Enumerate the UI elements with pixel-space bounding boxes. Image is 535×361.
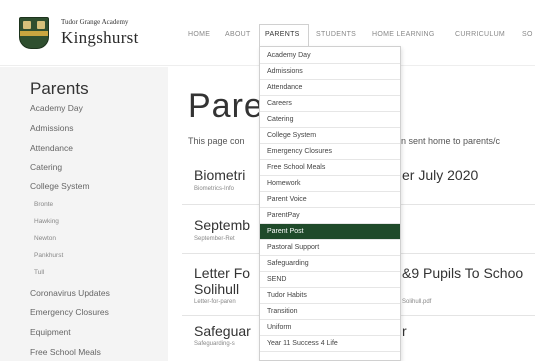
sidebar-item-college-system[interactable]: College System xyxy=(30,181,90,191)
nav-home-learning[interactable]: HOME LEARNING xyxy=(372,31,435,38)
dropdown-item-attendance[interactable]: Attendance xyxy=(260,80,400,96)
dropdown-item-careers[interactable]: Careers xyxy=(260,96,400,112)
sidebar-item-coronavirus-updates[interactable]: Coronavirus Updates xyxy=(30,288,110,298)
nav-parents[interactable]: PARENTS xyxy=(265,31,300,38)
card-biometrics-title-right[interactable]: er July 2020 xyxy=(402,167,478,183)
card-biometrics-file[interactable]: Biometrics-Info xyxy=(194,186,234,192)
dropdown-item-admissions[interactable]: Admissions xyxy=(260,64,400,80)
sidebar-subitem-tull[interactable]: Tull xyxy=(34,269,44,276)
dropdown-item-pastoral-support[interactable]: Pastoral Support xyxy=(260,240,400,256)
dropdown-item-parentpay[interactable]: ParentPay xyxy=(260,208,400,224)
school-name-big[interactable]: Kingshurst xyxy=(61,28,139,48)
dropdown-item-transition[interactable]: Transition xyxy=(260,304,400,320)
nav-home[interactable]: HOME xyxy=(188,31,210,38)
nav-more[interactable]: SO xyxy=(522,31,533,38)
sidebar-item-attendance[interactable]: Attendance xyxy=(30,143,73,153)
card-letter-title-line2[interactable]: Solihull xyxy=(194,281,239,297)
school-name-small[interactable]: Tudor Grange Academy xyxy=(61,18,128,26)
card-september-title[interactable]: Septemb xyxy=(194,217,250,233)
dropdown-item-safeguarding[interactable]: Safeguarding xyxy=(260,256,400,272)
parents-dropdown-menu: Academy Day Admissions Attendance Career… xyxy=(259,46,401,361)
crest-logo-icon[interactable] xyxy=(19,17,49,49)
card-september-file[interactable]: September-Ret xyxy=(194,236,235,242)
sidebar-item-emergency-closures[interactable]: Emergency Closures xyxy=(30,307,109,317)
sidebar-subitem-hawking[interactable]: Hawking xyxy=(34,218,59,225)
card-letter-file[interactable]: Letter-for-paren xyxy=(194,299,236,305)
intro-text-right: n sent home to parents/c xyxy=(401,136,501,146)
intro-text-left: This page con xyxy=(188,136,245,146)
dropdown-item-homework[interactable]: Homework xyxy=(260,176,400,192)
sidebar-subitem-pankhurst[interactable]: Pankhurst xyxy=(34,252,63,259)
sidebar-item-catering[interactable]: Catering xyxy=(30,162,62,172)
sidebar-item-admissions[interactable]: Admissions xyxy=(30,123,73,133)
sidebar-item-free-school-meals[interactable]: Free School Meals xyxy=(30,347,101,357)
card-letter-title[interactable]: Letter Fo xyxy=(194,265,250,281)
nav-curriculum[interactable]: CURRICULUM xyxy=(455,31,505,38)
dropdown-item-emergency-closures[interactable]: Emergency Closures xyxy=(260,144,400,160)
card-safeguarding-title[interactable]: Safeguar xyxy=(194,323,251,339)
sidebar-item-equipment[interactable]: Equipment xyxy=(30,327,71,337)
dropdown-item-tudor-habits[interactable]: Tudor Habits xyxy=(260,288,400,304)
card-letter-file-right[interactable]: Solihull.pdf xyxy=(402,299,431,305)
sidebar-item-academy-day[interactable]: Academy Day xyxy=(30,103,83,113)
card-biometrics-title[interactable]: Biometri xyxy=(194,167,245,183)
dropdown-item-academy-day[interactable]: Academy Day xyxy=(260,48,400,64)
dropdown-item-uniform[interactable]: Uniform xyxy=(260,320,400,336)
card-safeguarding-title-right[interactable]: r xyxy=(402,323,407,339)
dropdown-item-parent-voice[interactable]: Parent Voice xyxy=(260,192,400,208)
nav-about[interactable]: ABOUT xyxy=(225,31,251,38)
card-letter-title-right[interactable]: &9 Pupils To Schoo xyxy=(402,265,523,281)
dropdown-item-free-school-meals[interactable]: Free School Meals xyxy=(260,160,400,176)
dropdown-item-year-11-success[interactable]: Year 11 Success 4 Life xyxy=(260,336,400,352)
sidebar-subitem-newton[interactable]: Newton xyxy=(34,235,56,242)
dropdown-item-send[interactable]: SEND xyxy=(260,272,400,288)
page-title: Pare xyxy=(188,87,264,125)
dropdown-item-parent-post[interactable]: Parent Post xyxy=(260,224,400,240)
dropdown-item-college-system[interactable]: College System xyxy=(260,128,400,144)
card-safeguarding-file[interactable]: Safeguarding-s xyxy=(194,341,235,347)
sidebar-subitem-bronte[interactable]: Bronte xyxy=(34,201,53,208)
sidebar-title: Parents xyxy=(30,79,89,98)
nav-students[interactable]: STUDENTS xyxy=(316,31,356,38)
dropdown-item-catering[interactable]: Catering xyxy=(260,112,400,128)
